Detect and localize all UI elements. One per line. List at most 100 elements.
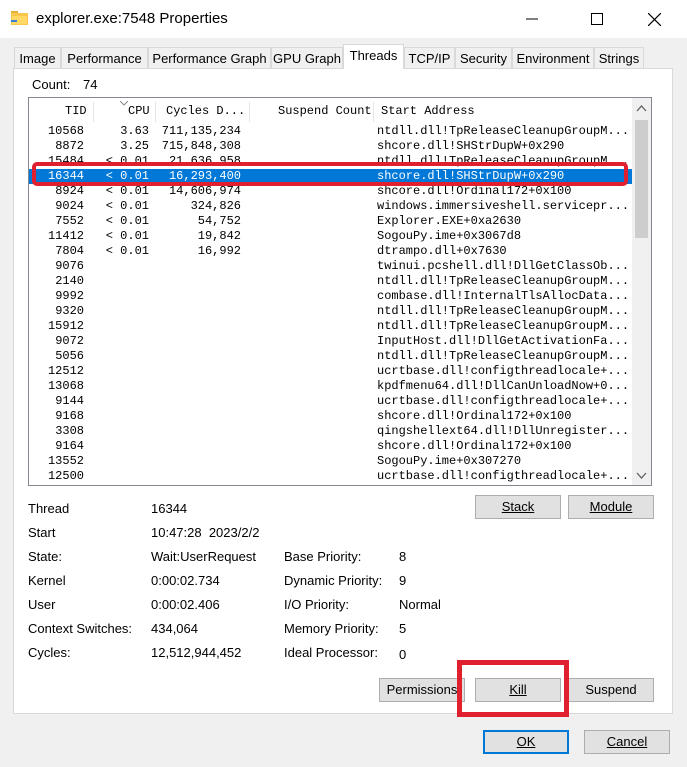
threads-list[interactable]: TID CPU Cycles D... Suspend Count Start … (28, 97, 652, 486)
cell-tid: 9164 (55, 439, 84, 453)
table-row[interactable]: 7804 < 0.01 16,992 dtrampo.dll+0x7630 (29, 244, 632, 259)
column-start-address[interactable]: Start Address (381, 102, 475, 124)
minimize-button[interactable] (509, 0, 555, 38)
cell-cpu: < 0.01 (105, 229, 149, 243)
stack-button[interactable]: Stack (475, 495, 561, 519)
dynamic-priority-value: 9 (399, 573, 407, 588)
tab-performance[interactable]: Performance (61, 47, 148, 68)
cell-tid: 13068 (47, 379, 84, 393)
context-switches-value: 434,064 (151, 621, 198, 636)
ideal-processor-value: 0 (399, 647, 407, 662)
io-priority-label: I/O Priority: (284, 597, 350, 612)
tab-threads[interactable]: Threads (343, 44, 404, 69)
cell-tid: 12512 (47, 364, 84, 378)
table-row[interactable]: 12500 ucrtbase.dll!configthreadlocale+... (29, 469, 632, 484)
table-row[interactable]: 9072 InputHost.dll!DllGetActivationFa... (29, 334, 632, 349)
cell-tid: 15912 (47, 319, 84, 333)
cell-tid: 3308 (55, 424, 84, 438)
cell-start-address: ntdll.dll!TpReleaseCleanupGroupM... (377, 274, 627, 288)
cell-start-address: qingshellext64.dll!DllUnregister... (377, 424, 627, 438)
cell-start-address: shcore.dll!Ordinal172+0x100 (377, 439, 572, 453)
start-value: 10:47:28 2023/2/2 (151, 525, 260, 540)
cell-start-address: dtrampo.dll+0x7630 (377, 244, 507, 258)
table-row[interactable]: 5056 ntdll.dll!TpReleaseCleanupGroupM... (29, 349, 632, 364)
count-label: Count: (32, 77, 71, 92)
ok-button-label: OK (516, 734, 536, 749)
state-value: Wait:UserRequest (151, 549, 256, 564)
module-button-label: Module (589, 499, 633, 514)
sort-chevron-icon (120, 101, 128, 106)
scroll-up-icon[interactable] (636, 103, 647, 114)
cell-cpu: < 0.01 (105, 214, 149, 228)
table-row[interactable]: 9144 ucrtbase.dll!configthreadlocale+... (29, 394, 632, 409)
table-row[interactable]: 9076 twinui.pcshell.dll!DllGetClassOb... (29, 259, 632, 274)
table-row[interactable]: 13068 kpdfmenu64.dll!DllCanUnloadNow+0... (29, 379, 632, 394)
tab-security[interactable]: Security (455, 47, 512, 68)
cancel-button[interactable]: Cancel (584, 730, 670, 754)
table-row[interactable]: 9320 ntdll.dll!TpReleaseCleanupGroupM... (29, 304, 632, 319)
dynamic-priority-label: Dynamic Priority: (284, 573, 383, 588)
permissions-button-label: Permissions (386, 682, 458, 697)
table-row[interactable]: 9992 combase.dll!InternalTlsAllocData... (29, 289, 632, 304)
table-row[interactable]: 15912 ntdll.dll!TpReleaseCleanupGroupM... (29, 319, 632, 334)
column-suspend-count[interactable]: Suspend Count (278, 102, 372, 124)
memory-priority-label: Memory Priority: (284, 621, 379, 636)
maximize-button[interactable] (574, 0, 620, 38)
kernel-label: Kernel (28, 573, 66, 588)
base-priority-value: 8 (399, 549, 407, 564)
table-row[interactable]: 10568 3.63 711,135,234 ntdll.dll!TpReleaseC… (29, 124, 632, 139)
scroll-down-icon[interactable] (636, 470, 647, 481)
minimize-icon (526, 18, 538, 20)
close-button[interactable] (631, 0, 677, 38)
tab-gpu-graph[interactable]: GPU Graph (271, 47, 343, 68)
table-row[interactable]: 12512 ucrtbase.dll!configthreadlocale+... (29, 364, 632, 379)
tab-strings[interactable]: Strings (594, 47, 644, 68)
user-value: 0:00:02.406 (151, 597, 220, 612)
tab-performance-graph[interactable]: Performance Graph (148, 47, 271, 68)
ok-button[interactable]: OK (483, 730, 569, 754)
column-tid[interactable]: TID (65, 102, 87, 124)
table-row[interactable]: 13552 SogouPy.ime+0x307270 (29, 454, 632, 469)
cell-start-address: ntdll.dll!TpReleaseCleanupGroupM... (377, 124, 627, 138)
base-priority-label: Base Priority: (284, 549, 362, 564)
table-row[interactable]: 3308 qingshellext64.dll!DllUnregister... (29, 424, 632, 439)
suspend-button[interactable]: Suspend (568, 678, 654, 702)
cell-tid: 7804 (55, 244, 84, 258)
tab-image[interactable]: Image (14, 47, 61, 68)
table-row[interactable]: 2140 ntdll.dll!TpReleaseCleanupGroupM... (29, 274, 632, 289)
kernel-value: 0:00:02.734 (151, 573, 220, 588)
table-row[interactable]: 8872 3.25 715,848,308 shcore.dll!SHStrDupW+… (29, 139, 632, 154)
cell-tid: 12500 (47, 469, 84, 483)
highlight-selected-row (32, 162, 628, 186)
tab-environment[interactable]: Environment (512, 47, 594, 68)
tab-tcpip[interactable]: TCP/IP (404, 47, 455, 68)
table-row[interactable]: 7552 < 0.01 54,752 Explorer.EXE+0xa2630 (29, 214, 632, 229)
cell-start-address: Explorer.EXE+0xa2630 (377, 214, 522, 228)
cell-tid: 13552 (47, 454, 84, 468)
table-row[interactable]: 9164 shcore.dll!Ordinal172+0x100 (29, 439, 632, 454)
user-label: User (28, 597, 56, 612)
memory-priority-value: 5 (399, 621, 407, 636)
cell-cycles: 715,848,308 (161, 139, 241, 153)
vertical-scrollbar[interactable] (632, 98, 651, 485)
cell-tid: 9144 (55, 394, 84, 408)
table-row[interactable]: 11412 < 0.01 19,842 SogouPy.ime+0x3067d8 (29, 229, 632, 244)
module-button[interactable]: Module (568, 495, 654, 519)
cell-start-address: shcore.dll!Ordinal172+0x100 (377, 409, 572, 423)
column-cpu[interactable]: CPU (128, 102, 150, 124)
cell-tid: 9072 (55, 334, 84, 348)
state-label: State: (28, 549, 62, 564)
properties-window: explorer.exe:7548 Properties Image Perfo… (0, 0, 687, 767)
permissions-button[interactable]: Permissions (379, 678, 465, 702)
cell-tid: 11412 (47, 229, 84, 243)
list-header: TID CPU Cycles D... Suspend Count Start … (29, 101, 633, 124)
cell-cycles: 54,752 (197, 214, 241, 228)
cell-tid: 10568 (47, 124, 84, 138)
column-cycles[interactable]: Cycles D... (166, 102, 245, 124)
table-row[interactable]: 8924 < 0.01 14,606,974 shcore.dll!Ordinal17… (29, 184, 632, 199)
scrollbar-thumb[interactable] (635, 120, 648, 238)
table-row[interactable]: 9024 < 0.01 324,826 windows.immersiveshell.… (29, 199, 632, 214)
cell-cycles: 711,135,234 (161, 124, 241, 138)
table-row[interactable]: 9168 shcore.dll!Ordinal172+0x100 (29, 409, 632, 424)
suspend-button-label: Suspend (585, 682, 637, 697)
